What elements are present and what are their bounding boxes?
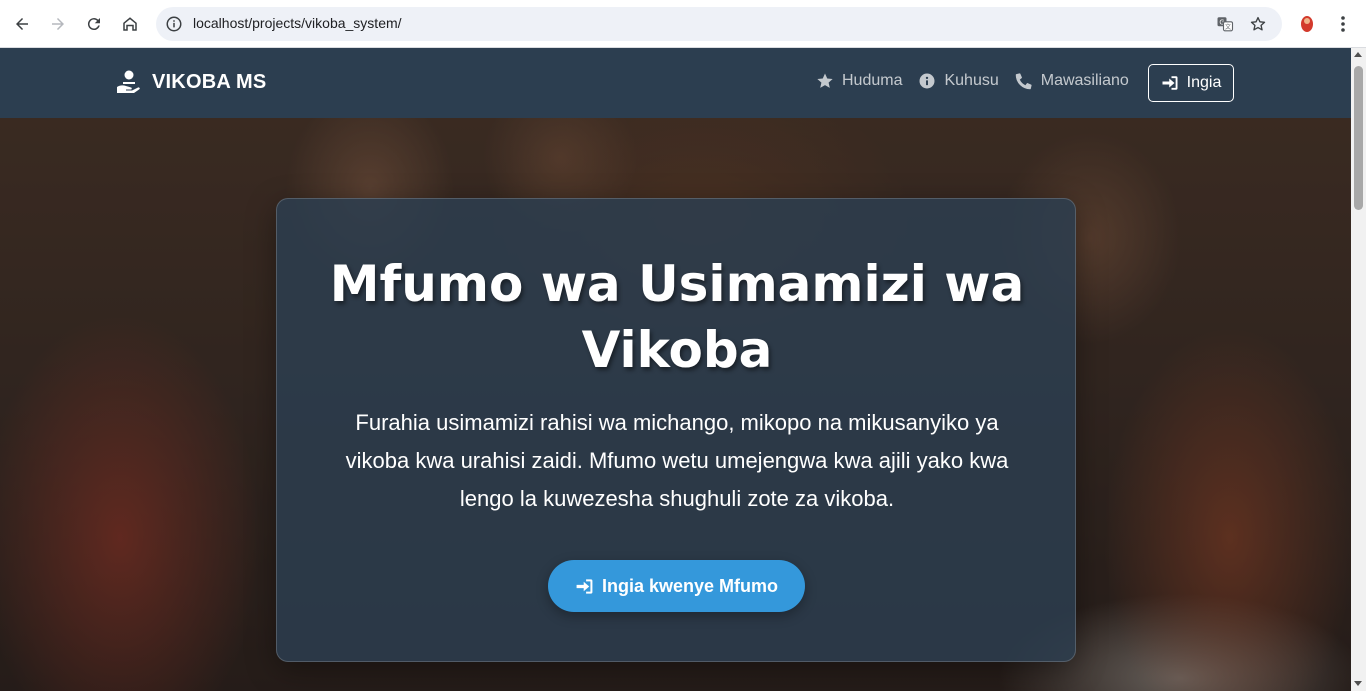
star-icon <box>817 73 833 88</box>
login-system-button-label: Ingia kwenye Mfumo <box>601 575 779 596</box>
nav-link-label: Huduma <box>842 72 903 89</box>
nav-link-label: Mawasiliano <box>1040 72 1129 89</box>
nav-link-mawasiliano[interactable]: Mawasiliano <box>1015 72 1129 90</box>
scroll-thumb[interactable] <box>1354 66 1363 210</box>
svg-text:文: 文 <box>1225 23 1231 31</box>
url-text[interactable]: localhost/projects/vikoba_system/ <box>193 15 402 31</box>
hand-holding-user-icon <box>117 70 140 93</box>
hero-card: Mfumo wa Usimamizi wa Vikoba Furahia usi… <box>276 198 1076 662</box>
info-circle-icon <box>919 73 935 89</box>
site-navbar: VIKOBA MS Huduma Kuhusu Mawasiliano Ingi… <box>0 48 1351 118</box>
login-system-button[interactable]: Ingia kwenye Mfumo <box>548 560 805 612</box>
brand[interactable]: VIKOBA MS <box>116 70 266 94</box>
login-button[interactable]: Ingia <box>1148 64 1234 102</box>
profile-icon[interactable] <box>1298 14 1316 34</box>
translate-icon[interactable]: G文 <box>1216 15 1234 33</box>
sign-in-icon <box>576 578 593 594</box>
address-bar[interactable]: localhost/projects/vikoba_system/ G文 <box>156 7 1282 41</box>
home-icon <box>123 17 137 31</box>
sign-in-icon <box>1162 76 1178 90</box>
scroll-down-icon[interactable] <box>1354 681 1362 686</box>
forward-icon <box>52 18 64 30</box>
page-scrollbar[interactable] <box>1351 48 1366 691</box>
hero-title: Mfumo wa Usimamizi wa Vikoba <box>329 255 1025 379</box>
reload-icon <box>87 18 100 31</box>
more-icon[interactable] <box>1334 14 1352 34</box>
phone-icon <box>1015 73 1032 90</box>
login-button-label: Ingia <box>1186 74 1222 91</box>
page-viewport: VIKOBA MS Huduma Kuhusu Mawasiliano Ingi… <box>0 48 1351 691</box>
back-button[interactable] <box>4 6 40 42</box>
hero-description: Furahia usimamizi rahisi wa michango, mi… <box>345 410 1009 511</box>
nav-link-label: Kuhusu <box>944 72 999 89</box>
brand-name: VIKOBA MS <box>152 70 267 93</box>
nav-link-kuhusu[interactable]: Kuhusu <box>918 72 999 90</box>
browser-toolbar: localhost/projects/vikoba_system/ G文 <box>0 0 1366 48</box>
hero-section: Mfumo wa Usimamizi wa Vikoba Furahia usi… <box>0 118 1351 691</box>
back-icon <box>16 18 28 30</box>
nav-links: Huduma Kuhusu Mawasiliano <box>816 72 1145 90</box>
forward-button[interactable] <box>40 6 76 42</box>
home-button[interactable] <box>112 6 148 42</box>
reload-button[interactable] <box>76 6 112 42</box>
scroll-up-icon[interactable] <box>1354 52 1362 57</box>
nav-link-huduma[interactable]: Huduma <box>816 72 902 90</box>
info-icon[interactable] <box>165 15 183 33</box>
star-icon[interactable] <box>1249 15 1267 33</box>
